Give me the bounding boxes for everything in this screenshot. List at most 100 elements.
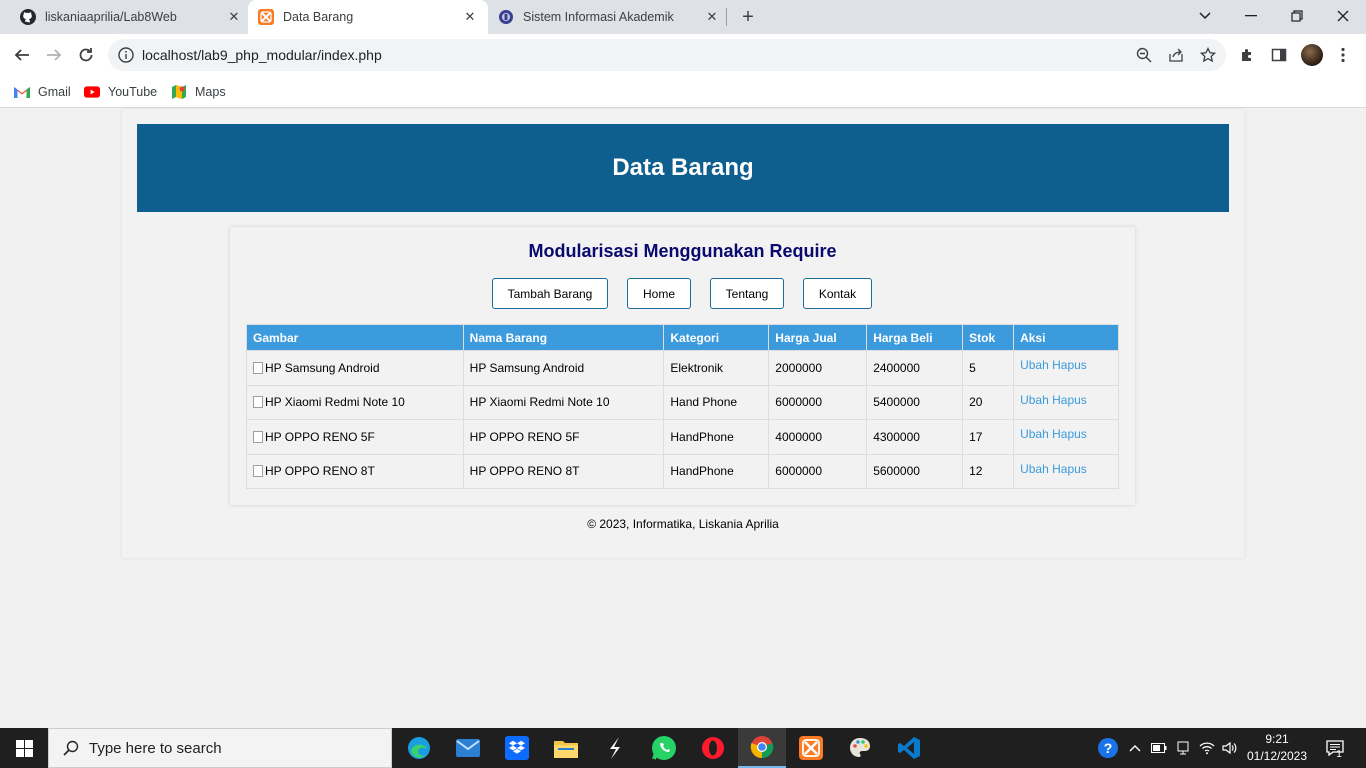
gmail-icon [14, 84, 30, 100]
chevron-up-icon[interactable] [1125, 738, 1145, 758]
close-tab-icon[interactable]: ✕ [226, 9, 242, 25]
cell-harga-beli: 5600000 [866, 453, 964, 489]
cell-harga-jual: 6000000 [768, 384, 868, 420]
maps-icon [171, 84, 187, 100]
cell-stok: 17 [962, 419, 1015, 455]
cell-stok: 12 [962, 453, 1015, 489]
search-icon [61, 738, 81, 758]
new-tab-button[interactable]: + [738, 7, 758, 27]
section-title: Modularisasi Menggunakan Require [528, 241, 837, 261]
bookmark-youtube[interactable]: YouTube [84, 83, 157, 101]
back-icon[interactable] [11, 44, 33, 66]
reload-icon[interactable] [75, 44, 97, 66]
app-s-icon[interactable] [591, 728, 639, 768]
column-header: Harga Jual [768, 324, 868, 351]
ubah-hapus-link[interactable]: Ubah Hapus [1013, 419, 1119, 455]
edge-icon[interactable] [395, 728, 443, 768]
cell-harga-jual: 2000000 [768, 350, 868, 386]
browser-toolbar: localhost/lab9_php_modular/index.php [0, 34, 1366, 76]
site-info-icon[interactable] [118, 47, 134, 63]
svg-text:?: ? [1104, 740, 1113, 756]
tentang-button[interactable]: Tentang [710, 278, 784, 309]
start-button[interactable] [0, 728, 48, 768]
ubah-hapus-link[interactable]: Ubah Hapus [1013, 384, 1119, 420]
device-icon[interactable] [1173, 738, 1193, 758]
xampp-icon [258, 9, 274, 25]
cell-harga-beli: 2400000 [866, 350, 964, 386]
tab-strip: liskaniaaprilia/Lab8Web ✕ Data Barang ✕ … [0, 0, 1366, 34]
bookmark-gmail[interactable]: Gmail [14, 83, 71, 101]
help-icon[interactable]: ? [1097, 737, 1119, 759]
page-header: Data Barang [137, 124, 1229, 212]
cell-nama: HP Xiaomi Redmi Note 10 [462, 384, 665, 420]
cell-stok: 5 [962, 350, 1015, 386]
github-icon [20, 9, 36, 25]
whatsapp-icon[interactable] [640, 728, 688, 768]
notification-badge: 1 [1336, 748, 1342, 760]
bookmark-maps[interactable]: Maps [171, 83, 226, 101]
bookmark-label: YouTube [108, 85, 158, 99]
cell-kategori: HandPhone [663, 419, 770, 455]
opera-icon[interactable] [689, 728, 737, 768]
vscode-icon[interactable] [885, 728, 933, 768]
ubah-hapus-link[interactable]: Ubah Hapus [1013, 453, 1119, 489]
cell-harga-jual: 6000000 [768, 453, 868, 489]
restore-icon[interactable] [1287, 6, 1307, 26]
page-footer: © 2023, Informatika, Liskania Aprilia [587, 517, 779, 531]
profile-avatar[interactable] [1301, 44, 1323, 66]
close-tab-icon[interactable]: ✕ [704, 9, 720, 25]
tambah-barang-button[interactable]: Tambah Barang [492, 278, 608, 309]
tab-search-icon[interactable] [1195, 6, 1215, 26]
kontak-button[interactable]: Kontak [803, 278, 872, 309]
university-icon [498, 9, 514, 25]
ubah-hapus-link[interactable]: Ubah Hapus [1013, 350, 1119, 386]
address-bar[interactable]: localhost/lab9_php_modular/index.php [108, 39, 1226, 71]
taskbar-search-box[interactable]: Type here to search [48, 728, 392, 768]
cell-nama: HP OPPO RENO 8T [462, 453, 665, 489]
bookmark-label: Maps [195, 85, 226, 99]
tab-github[interactable]: liskaniaaprilia/Lab8Web ✕ [20, 0, 242, 34]
dropbox-icon[interactable] [493, 728, 541, 768]
column-header: Harga Beli [866, 324, 964, 351]
cell-harga-beli: 5400000 [866, 384, 964, 420]
close-tab-icon[interactable]: ✕ [462, 9, 478, 25]
column-header: Gambar [246, 324, 464, 351]
cell-nama: HP Samsung Android [462, 350, 665, 386]
xampp-icon[interactable] [787, 728, 835, 768]
table-row: HP Samsung Android HP Samsung Android El… [246, 350, 1119, 386]
taskbar-clock[interactable]: 9:21 01/12/2023 [1240, 731, 1314, 765]
extensions-icon[interactable] [1237, 45, 1257, 65]
forward-icon[interactable] [43, 44, 65, 66]
windows-logo-icon [15, 739, 33, 757]
mail-icon[interactable] [444, 728, 492, 768]
paint-icon[interactable] [836, 728, 884, 768]
broken-image-alt: HP OPPO RENO 5F [246, 419, 464, 455]
side-panel-icon[interactable] [1269, 45, 1289, 65]
battery-icon[interactable] [1149, 738, 1169, 758]
tab-sistem-informasi[interactable]: Sistem Informasi Akademik ✕ [498, 0, 720, 34]
close-window-icon[interactable] [1333, 6, 1353, 26]
chrome-icon[interactable] [738, 728, 786, 768]
minimize-icon[interactable] [1241, 6, 1261, 26]
data-table: Gambar Nama Barang Kategori Harga Jual H… [246, 324, 1119, 489]
tab-data-barang[interactable]: Data Barang ✕ [248, 0, 488, 34]
volume-icon[interactable] [1220, 738, 1240, 758]
home-button[interactable]: Home [627, 278, 691, 309]
bookmark-star-icon[interactable] [1200, 47, 1216, 63]
table-header-row: Gambar Nama Barang Kategori Harga Jual H… [246, 324, 1119, 351]
tab-title: Data Barang [283, 10, 354, 24]
table-row: HP Xiaomi Redmi Note 10 HP Xiaomi Redmi … [246, 384, 1119, 420]
cell-harga-jual: 4000000 [768, 419, 868, 455]
menu-kebab-icon[interactable] [1333, 45, 1353, 65]
broken-image-alt: HP OPPO RENO 8T [246, 453, 464, 489]
table-row: HP OPPO RENO 5F HP OPPO RENO 5F HandPhon… [246, 419, 1119, 455]
broken-image-alt: HP Samsung Android [246, 350, 464, 386]
page-title: Data Barang [612, 154, 754, 181]
url-text[interactable]: localhost/lab9_php_modular/index.php [142, 47, 382, 63]
column-header: Stok [962, 324, 1015, 351]
share-icon[interactable] [1168, 47, 1184, 63]
file-explorer-icon[interactable] [542, 728, 590, 768]
wifi-icon[interactable] [1197, 738, 1217, 758]
zoom-icon[interactable] [1136, 47, 1152, 63]
table-row: HP OPPO RENO 8T HP OPPO RENO 8T HandPhon… [246, 453, 1119, 489]
